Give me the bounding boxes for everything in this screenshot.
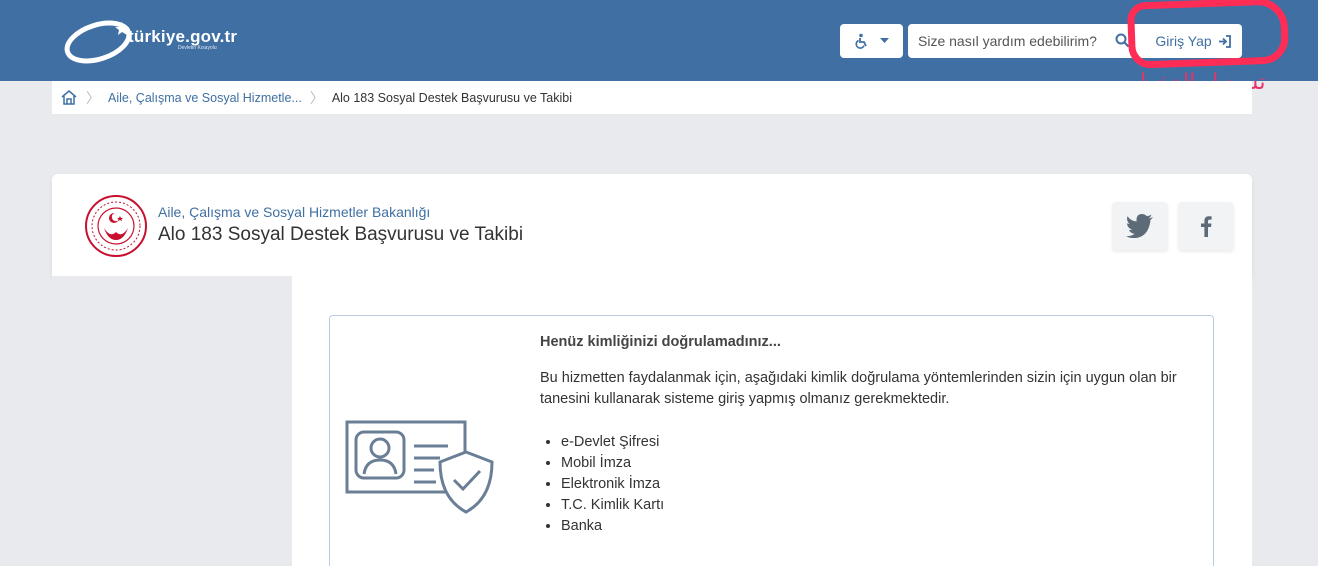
home-link[interactable] <box>60 89 78 106</box>
notice-description: Bu hizmetten faydalanmak için, aşağıdaki… <box>540 370 1177 407</box>
wheelchair-icon <box>855 33 867 49</box>
twitter-icon <box>1126 214 1153 238</box>
facebook-icon <box>1201 216 1212 237</box>
annotation-highlight <box>1126 0 1290 69</box>
ministry-emblem-icon <box>85 195 147 257</box>
breadcrumb-item-current: Alo 183 Sosyal Destek Başvurusu ve Takib… <box>331 90 572 105</box>
facebook-share-button[interactable] <box>1178 202 1234 250</box>
logo-tagline: Devletin Kısayolu <box>178 45 217 51</box>
service-header-card: Aile, Çalışma ve Sosyal Hizmetler Bakanl… <box>52 174 1252 276</box>
auth-method-item: Elektronik İmza <box>561 474 664 495</box>
top-header: türkiye.gov.tr Devletin Kısayolu Giriş Y… <box>0 0 1318 81</box>
auth-method-item: Mobil İmza <box>561 453 664 474</box>
search-input[interactable] <box>918 33 1118 49</box>
auth-method-item: T.C. Kimlik Kartı <box>561 495 664 516</box>
left-sidebar <box>52 276 292 566</box>
auth-methods-list: e-Devlet Şifresi Mobil İmza Elektronik İ… <box>561 432 664 537</box>
twitter-share-button[interactable] <box>1112 202 1168 250</box>
search-box <box>908 24 1138 58</box>
breadcrumb-separator: 〉 <box>309 89 324 106</box>
page-title: Alo 183 Sosyal Destek Başvurusu ve Takib… <box>158 224 524 245</box>
breadcrumb-item-ministry[interactable]: Aile, Çalışma ve Sosyal Hizmetle... <box>108 91 302 105</box>
home-icon <box>61 90 77 105</box>
notice-title: Henüz kimliğinizi doğrulamadınız... <box>540 334 781 350</box>
accessibility-menu-button[interactable] <box>840 24 903 58</box>
id-card-shield-icon <box>345 420 494 514</box>
auth-method-item: Banka <box>561 516 664 537</box>
logo-text: türkiye.gov.tr <box>128 27 238 46</box>
ministry-name[interactable]: Aile, Çalışma ve Sosyal Hizmetler Bakanl… <box>158 204 430 220</box>
breadcrumb-separator: 〉 <box>86 89 100 106</box>
breadcrumb: 〉 Aile, Çalışma ve Sosyal Hizmetle... 〉 … <box>52 81 1252 114</box>
authentication-notice: Henüz kimliğinizi doğrulamadınız... Bu h… <box>329 315 1214 566</box>
main-content: Henüz kimliğinizi doğrulamadınız... Bu h… <box>292 276 1252 566</box>
auth-method-item: e-Devlet Şifresi <box>561 432 664 453</box>
caret-down-icon <box>880 38 889 43</box>
